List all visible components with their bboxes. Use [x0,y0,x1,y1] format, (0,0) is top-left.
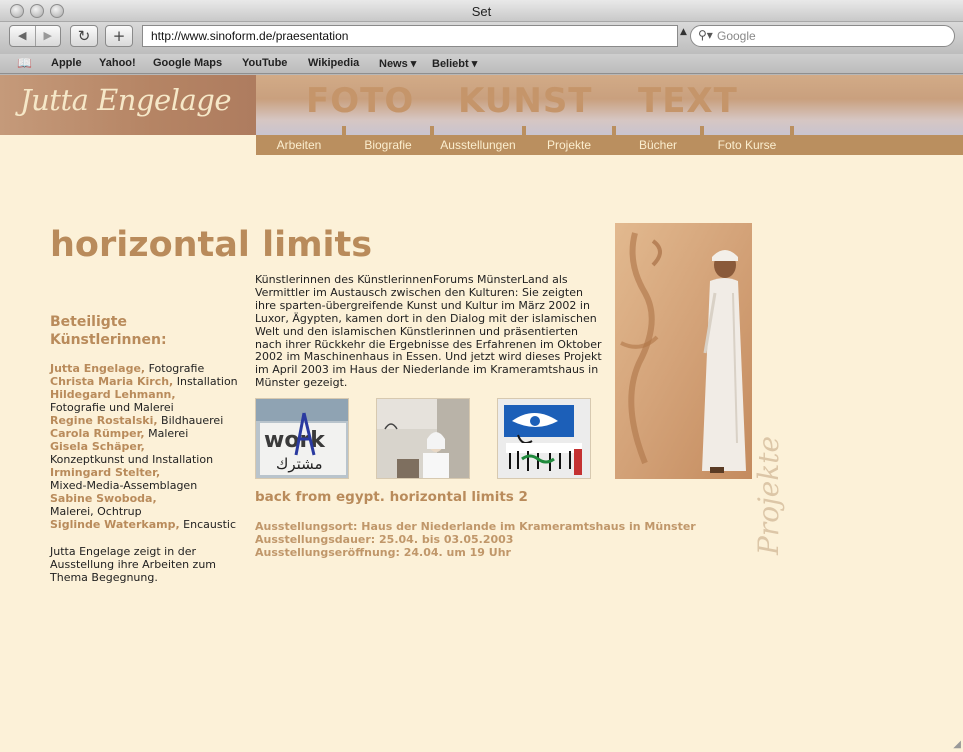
artist-item: Gisela Schäper, Konzeptkunst und Installa… [50,440,255,466]
window-titlebar: Set [0,0,963,22]
thumbnail-eye-of-horus[interactable] [497,398,591,479]
artist-item: Regine Rostalski, Bildhauerei [50,414,255,427]
main-menu: Arbeiten Biografie Ausstellungen Projekt… [256,126,963,155]
artist-medium: Installation [176,375,238,388]
info-location: Ausstellungsort: Haus der Niederlande im… [255,520,696,533]
intro-paragraph: Künstlerinnen des KünstlerinnenForums Mü… [255,273,602,390]
info-duration: Ausstellungsdauer: 25.04. bis 03.05.2003 [255,533,514,546]
artist-name: Jutta Engelage, [50,362,146,375]
header-banner: FOTO KUNST TEXT [256,75,963,135]
bookmark-youtube[interactable]: YouTube [242,57,287,69]
artist-item: Jutta Engelage, Fotografie [50,362,255,375]
artist-name: Christa Maria Kirch, [50,375,174,388]
artist-item: Irmingard Stelter, Mixed-Media-Assemblage… [50,466,255,492]
menu-item-projekte[interactable]: Projekte [526,135,612,155]
site-logo[interactable]: Jutta Engelage [20,83,231,117]
address-bar[interactable]: http://www.sinoform.de/praesentation [142,25,678,47]
bookmark-google-maps[interactable]: Google Maps [153,57,222,69]
bookmark-apple[interactable]: Apple [51,57,82,69]
page-title: horizontal limits [50,225,373,265]
search-input[interactable]: Google [690,25,955,47]
tagline-kunst: KUNST [458,81,593,121]
bookmarks-book-icon[interactable]: 📖 [17,56,32,70]
menu-item-buecher[interactable]: Bücher [616,135,700,155]
menu-item-arbeiten[interactable]: Arbeiten [256,135,342,155]
info-opening: Ausstellungseröffnung: 24.04. um 19 Uhr [255,546,511,559]
add-bookmark-button[interactable]: + [105,25,133,47]
artist-name: Carola Rümper, [50,427,145,440]
thumbnail-nun-photo[interactable] [376,398,470,479]
artist-medium: Malerei, Ochtrup [50,505,142,518]
menu-item-foto-kurse[interactable]: Foto Kurse [704,135,790,155]
artist-item: Sabine Swoboda, Malerei, Ochtrup [50,492,255,518]
header-logo-area: Jutta Engelage [0,75,256,135]
artist-medium: Bildhauerei [161,414,224,427]
artist-medium: Fotografie [148,362,205,375]
participants-heading: Beteiligte Künstlerinnen: [50,314,167,348]
browser-toolbar: ◀ ▶ ↻ + http://www.sinoform.de/praesenta… [0,22,963,54]
artist-item: Hildegard Lehmann, Fotografie und Malerei [50,388,255,414]
web-page: Jutta Engelage FOTO KUNST TEXT Arbeiten … [0,75,963,752]
artist-name: Sabine Swoboda, [50,492,157,505]
bookmark-news[interactable]: News ▾ [379,57,416,70]
bookmark-beliebt[interactable]: Beliebt ▾ [432,57,477,70]
artist-item: Christa Maria Kirch, Installation [50,375,255,388]
thumbnail-sign-arabic: مشترك [276,455,323,473]
back-forward-control: ◀ ▶ [9,25,61,47]
bookmark-wikipedia[interactable]: Wikipedia [308,57,359,69]
artist-list: Jutta Engelage, Fotografie Christa Maria… [50,362,255,531]
artist-medium: Fotografie und Malerei [50,401,174,414]
subheading-back-from-egypt: back from egypt. horizontal limits 2 [255,489,528,505]
artist-medium: Konzeptkunst und Installation [50,453,214,466]
bookmark-yahoo[interactable]: Yahoo! [99,57,136,69]
artist-name: Irmingard Stelter, [50,466,161,479]
back-button[interactable]: ◀ [10,26,35,46]
artist-medium: Malerei [148,427,189,440]
section-label-projekte: Projekte [752,435,785,555]
artist-item: Siglinde Waterkamp, Encaustic [50,518,255,531]
artist-name: Regine Rostalski, [50,414,158,427]
artist-name: Gisela Schäper, [50,440,145,453]
window-title: Set [471,4,492,19]
thumbnail-work-sign[interactable]: work مشترك [255,398,349,479]
feature-photo-egyptian-man [615,223,752,479]
url-dropdown-icon[interactable]: ▲ [680,27,687,37]
reload-button[interactable]: ↻ [70,25,98,47]
bookmarks-bar: 📖 Apple Yahoo! Google Maps YouTube Wikip… [0,54,963,74]
search-icon[interactable]: ⚲▾ [698,28,713,42]
menu-separator [790,126,794,155]
forward-button[interactable]: ▶ [34,26,61,46]
tagline-text: TEXT [638,81,738,121]
artist-medium: Mixed-Media-Assemblagen [50,479,198,492]
window-resize-grip-icon[interactable]: ◢ [953,739,961,750]
artist-name: Hildegard Lehmann, [50,388,176,401]
artist-item: Carola Rümper, Malerei [50,427,255,440]
artist-name: Siglinde Waterkamp, [50,518,180,531]
menu-item-ausstellungen[interactable]: Ausstellungen [434,135,522,155]
artist-medium: Encaustic [183,518,237,531]
thumbnail-sign-text: work [264,428,326,453]
exhibition-info: Ausstellungsort: Haus der Niederlande im… [255,520,725,559]
tagline-foto: FOTO [306,81,415,121]
menu-item-biografie[interactable]: Biografie [346,135,430,155]
exhibition-note: Jutta Engelage zeigt in der Ausstellung … [50,545,217,584]
